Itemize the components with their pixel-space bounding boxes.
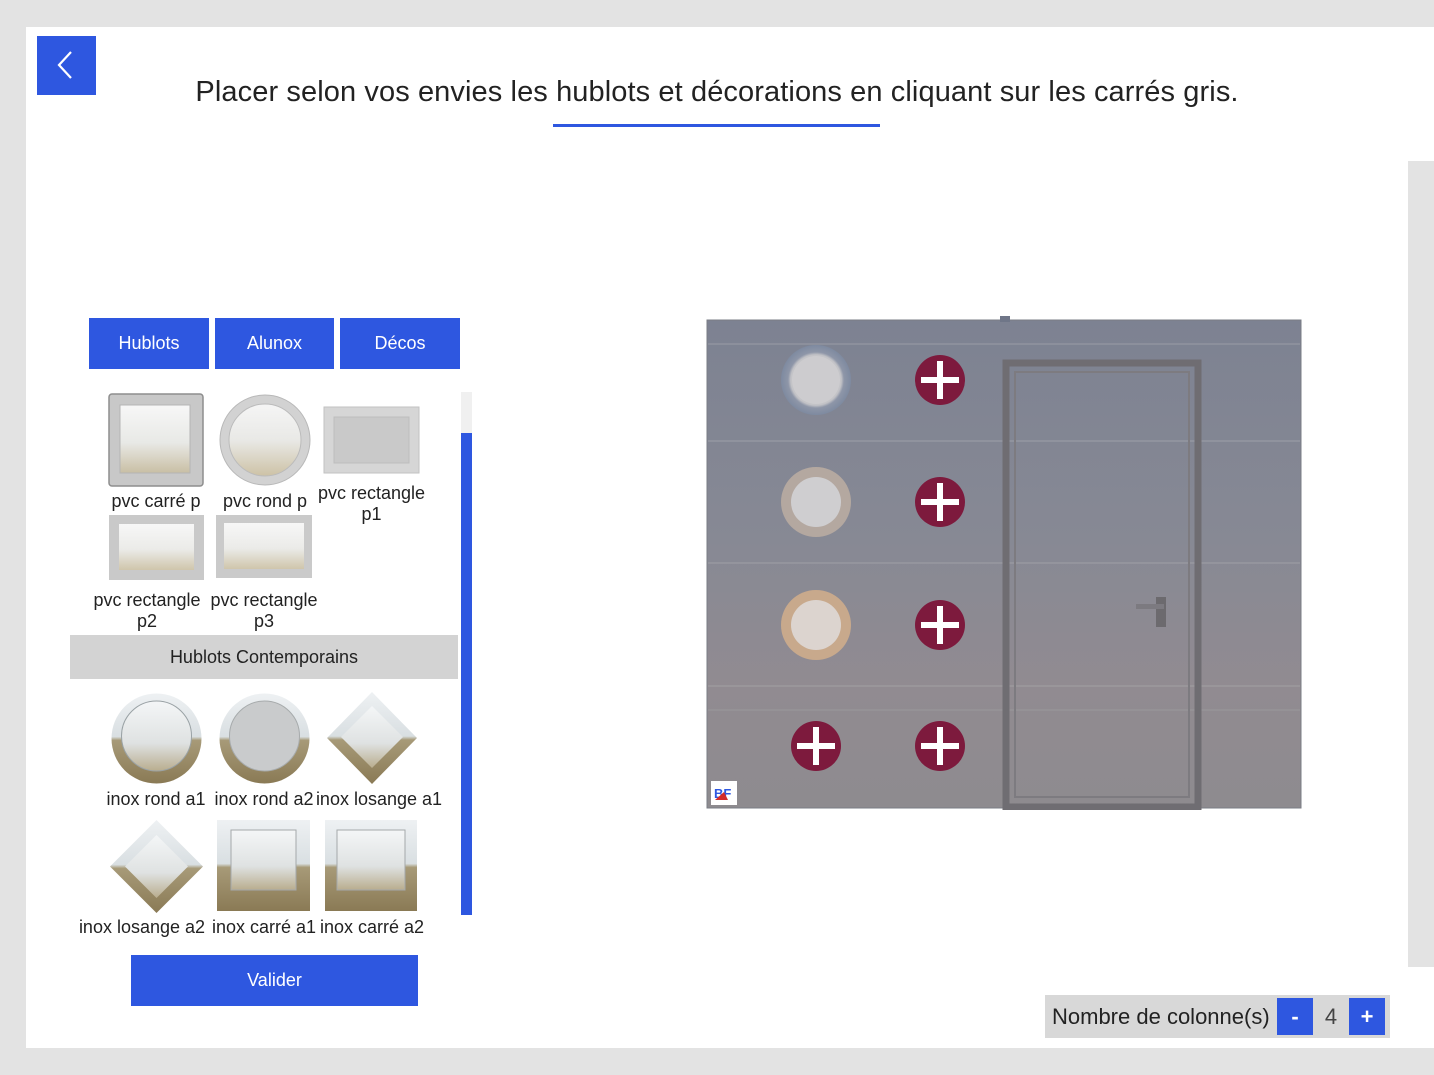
item-pvc-rectangle-p2[interactable] [109, 515, 204, 580]
item-pvc-rectangle-p1[interactable] [323, 406, 420, 474]
item-pvc-rectangle-p3[interactable] [216, 515, 312, 578]
item-label: inox carré a2 [319, 917, 425, 937]
tab-alunox[interactable]: Alunox [215, 318, 334, 369]
item-label: inox rond a1 [106, 789, 206, 809]
title-underline [553, 124, 880, 127]
item-inox-rond-a2[interactable] [219, 693, 310, 784]
add-porthole-button[interactable] [915, 721, 965, 771]
rectangle-porthole-icon [216, 515, 312, 578]
validate-button[interactable]: Valider [131, 955, 418, 1006]
add-porthole-button[interactable] [915, 477, 965, 527]
item-label: pvc rectangle p1 [317, 483, 426, 524]
tab-hublots[interactable]: Hublots [89, 318, 209, 369]
item-inox-carre-a1[interactable] [217, 820, 310, 911]
add-porthole-button[interactable] [915, 600, 965, 650]
item-label: pvc rectangle p3 [210, 590, 318, 631]
tab-decos[interactable]: Décos [340, 318, 460, 369]
page-title: Placer selon vos envies les hublots et d… [195, 76, 1239, 108]
garage-door-preview: BF [706, 316, 1302, 810]
section-hublots-contemporains: Hublots Contemporains [70, 635, 458, 679]
item-pvc-carre-p[interactable] [108, 393, 204, 489]
round-porthole-icon [219, 693, 310, 784]
columns-value: 4 [1324, 1004, 1338, 1029]
item-inox-carre-a2[interactable] [325, 820, 417, 911]
brand-logo: BF [711, 781, 737, 805]
diamond-porthole-icon [327, 692, 417, 784]
columns-label: Nombre de colonne(s) [1052, 1004, 1270, 1029]
item-label: pvc rectangle p2 [93, 590, 201, 631]
placed-porthole[interactable] [781, 467, 851, 537]
square-porthole-icon [325, 820, 417, 911]
round-porthole-icon [111, 693, 202, 784]
edge-strip [1408, 967, 1434, 1048]
rectangle-porthole-icon [109, 515, 204, 580]
columns-minus-button[interactable]: - [1277, 998, 1313, 1035]
scrollbar-thumb[interactable] [461, 433, 472, 915]
round-porthole-icon [219, 394, 311, 486]
item-inox-losange-a1[interactable] [327, 692, 417, 784]
placed-porthole[interactable] [781, 590, 851, 660]
add-porthole-button[interactable] [915, 355, 965, 405]
item-inox-losange-a2[interactable] [110, 820, 203, 913]
item-label: inox carré a1 [211, 917, 317, 937]
square-porthole-icon [108, 393, 204, 487]
add-porthole-button[interactable] [791, 721, 841, 771]
item-label: inox losange a2 [78, 917, 206, 937]
placed-porthole[interactable] [781, 345, 851, 415]
item-pvc-rond-p[interactable] [219, 394, 311, 486]
diamond-porthole-icon [110, 820, 203, 913]
columns-plus-button[interactable]: + [1349, 998, 1385, 1035]
item-label: pvc rond p [222, 491, 308, 511]
item-inox-rond-a1[interactable] [111, 693, 202, 784]
item-label: pvc carré p [111, 491, 201, 511]
item-label: inox rond a2 [214, 789, 314, 809]
rectangle-porthole-icon [323, 406, 420, 474]
item-label: inox losange a1 [315, 789, 443, 809]
square-porthole-icon [217, 820, 310, 911]
